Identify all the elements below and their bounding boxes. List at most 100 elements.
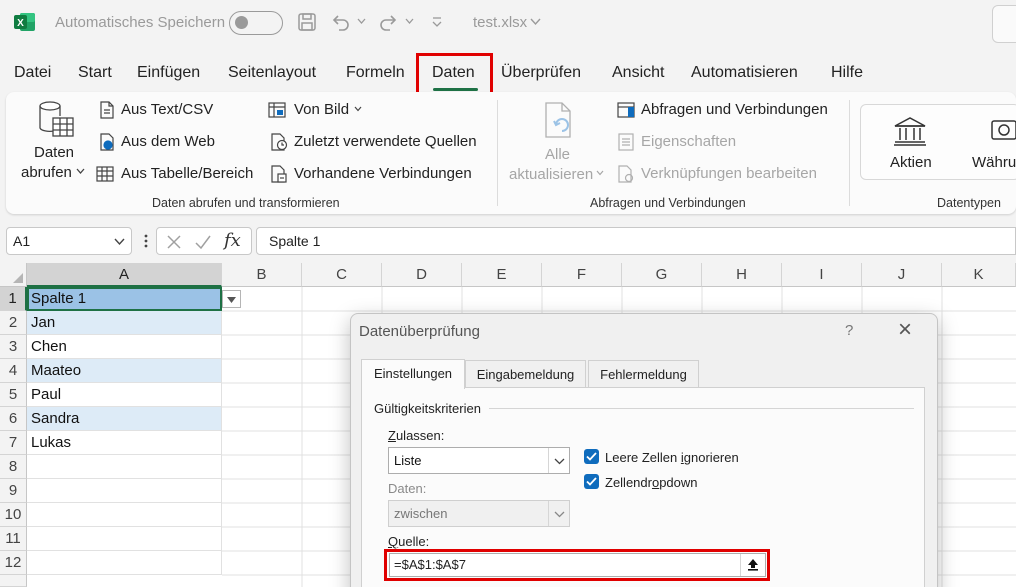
from-web-button[interactable]: Aus dem Web — [121, 133, 215, 150]
enter-check-icon[interactable] — [194, 234, 212, 250]
cell-a8[interactable] — [27, 455, 222, 479]
redo-icon[interactable] — [378, 12, 398, 32]
tab-eingabemeldung[interactable]: Eingabemeldung — [465, 360, 586, 388]
chevron-down-icon[interactable] — [76, 168, 85, 175]
tab-ansicht[interactable]: Ansicht — [612, 64, 664, 82]
data-operator-select[interactable]: zwischen — [388, 500, 570, 527]
row-header-1[interactable]: 1 — [0, 287, 27, 311]
help-button[interactable]: ? — [845, 322, 853, 339]
row-header-7[interactable]: 7 — [0, 431, 27, 455]
chevron-down-icon[interactable] — [596, 170, 604, 176]
get-data-label-line1[interactable]: Daten — [34, 144, 74, 161]
bank-icon[interactable] — [892, 115, 928, 147]
name-box[interactable]: A1 — [6, 227, 132, 255]
close-button[interactable]: × — [898, 316, 912, 344]
select-all-corner[interactable] — [0, 263, 27, 287]
cell-dropdown-label[interactable]: Zellendropdown — [605, 475, 698, 490]
tab-ueberpruefen[interactable]: Überprüfen — [501, 64, 581, 82]
cell-a1[interactable]: Spalte 1 — [27, 287, 222, 311]
tab-einfuegen[interactable]: Einfügen — [137, 64, 200, 82]
column-header-f[interactable]: F — [542, 263, 622, 287]
cell-a7[interactable]: Lukas — [27, 431, 222, 455]
allow-select-arrow[interactable] — [548, 448, 569, 473]
row-header-2[interactable]: 2 — [0, 311, 27, 335]
row-header-9[interactable]: 9 — [0, 479, 27, 503]
undo-dropdown-icon[interactable] — [357, 18, 366, 25]
ignore-blank-checkbox[interactable] — [584, 449, 599, 464]
insert-function-icon[interactable]: fx — [224, 230, 241, 251]
recent-sources-button[interactable]: Zuletzt verwendete Quellen — [294, 133, 477, 150]
cell-dropdown-checkbox[interactable] — [584, 474, 599, 489]
customize-icon[interactable] — [431, 16, 443, 28]
ignore-blank-label[interactable]: Leere Zellen ignorieren — [605, 450, 739, 465]
column-header-b[interactable]: B — [222, 263, 302, 287]
tab-automatisieren[interactable]: Automatisieren — [691, 64, 798, 82]
row-header-4[interactable]: 4 — [0, 359, 27, 383]
tab-einstellungen[interactable]: Einstellungen — [361, 359, 465, 389]
tab-fehlermeldung[interactable]: Fehlermeldung — [588, 360, 699, 388]
cell-a2[interactable]: Jan — [27, 311, 222, 335]
more-options-icon[interactable] — [143, 233, 149, 249]
cell-a4[interactable]: Maateo — [27, 359, 222, 383]
cell-a11[interactable] — [27, 527, 222, 551]
save-icon[interactable] — [297, 12, 317, 32]
column-header-k[interactable]: K — [942, 263, 1016, 287]
row-header-11[interactable]: 11 — [0, 527, 27, 551]
column-header-i[interactable]: I — [782, 263, 862, 287]
cell-a12[interactable] — [27, 551, 222, 575]
filter-dropdown-button[interactable] — [222, 290, 241, 308]
data-operator-arrow[interactable] — [548, 501, 569, 526]
refresh-all-label-line1[interactable]: Alle — [545, 146, 570, 163]
chevron-down-icon[interactable] — [530, 18, 541, 26]
currencies-button[interactable]: Währu — [972, 154, 1016, 171]
column-header-e[interactable]: E — [462, 263, 542, 287]
existing-connections-button[interactable]: Vorhandene Verbindungen — [294, 165, 472, 182]
cell-a5[interactable]: Paul — [27, 383, 222, 407]
column-header-d[interactable]: D — [382, 263, 462, 287]
tab-datei[interactable]: Datei — [14, 64, 51, 82]
tab-start[interactable]: Start — [78, 64, 112, 82]
cancel-icon[interactable] — [166, 234, 182, 250]
refresh-all-label-line2[interactable]: aktualisieren — [509, 166, 593, 183]
undo-icon[interactable] — [331, 12, 351, 32]
cell-a6[interactable]: Sandra — [27, 407, 222, 431]
cell-a9[interactable] — [27, 479, 222, 503]
stocks-button[interactable]: Aktien — [890, 154, 932, 171]
tab-formeln[interactable]: Formeln — [346, 64, 405, 82]
get-data-label-line2[interactable]: abrufen — [21, 164, 72, 181]
row-header-6[interactable]: 6 — [0, 407, 27, 431]
cell-a3[interactable]: Chen — [27, 335, 222, 359]
properties-button[interactable]: Eigenschaften — [641, 133, 736, 150]
queries-connections-button[interactable]: Abfragen und Verbindungen — [641, 101, 828, 118]
tab-hilfe[interactable]: Hilfe — [831, 64, 863, 82]
column-header-h[interactable]: H — [702, 263, 782, 287]
refresh-all-icon[interactable] — [542, 101, 580, 141]
redo-dropdown-icon[interactable] — [405, 18, 414, 25]
from-text-csv-button[interactable]: Aus Text/CSV — [121, 101, 213, 118]
column-header-j[interactable]: J — [862, 263, 942, 287]
from-table-range-button[interactable]: Aus Tabelle/Bereich — [121, 165, 253, 182]
currency-icon[interactable] — [990, 115, 1016, 147]
column-header-a[interactable]: A — [27, 263, 222, 287]
row-header-5[interactable]: 5 — [0, 383, 27, 407]
chevron-down-icon[interactable] — [354, 106, 362, 112]
row-header-13[interactable] — [0, 575, 27, 587]
column-header-c[interactable]: C — [302, 263, 382, 287]
formula-input[interactable]: Spalte 1 — [256, 227, 1016, 255]
edit-links-button[interactable]: Verknüpfungen bearbeiten — [641, 165, 817, 182]
allow-select[interactable]: Liste — [388, 447, 570, 474]
autosave-toggle[interactable] — [229, 11, 283, 35]
column-header-g[interactable]: G — [622, 263, 702, 287]
row-header-12[interactable]: 12 — [0, 551, 27, 575]
select-all-icon[interactable] — [13, 273, 23, 283]
cell-a10[interactable] — [27, 503, 222, 527]
excel-logo-icon[interactable]: X — [14, 12, 36, 32]
search-box[interactable] — [992, 5, 1016, 43]
from-picture-button[interactable]: Von Bild — [294, 101, 349, 118]
file-name[interactable]: test.xlsx — [473, 14, 527, 31]
row-header-3[interactable]: 3 — [0, 335, 27, 359]
row-header-10[interactable]: 10 — [0, 503, 27, 527]
tab-seitenlayout[interactable]: Seitenlayout — [228, 64, 316, 82]
row-header-8[interactable]: 8 — [0, 455, 27, 479]
chevron-down-icon[interactable] — [114, 238, 125, 246]
